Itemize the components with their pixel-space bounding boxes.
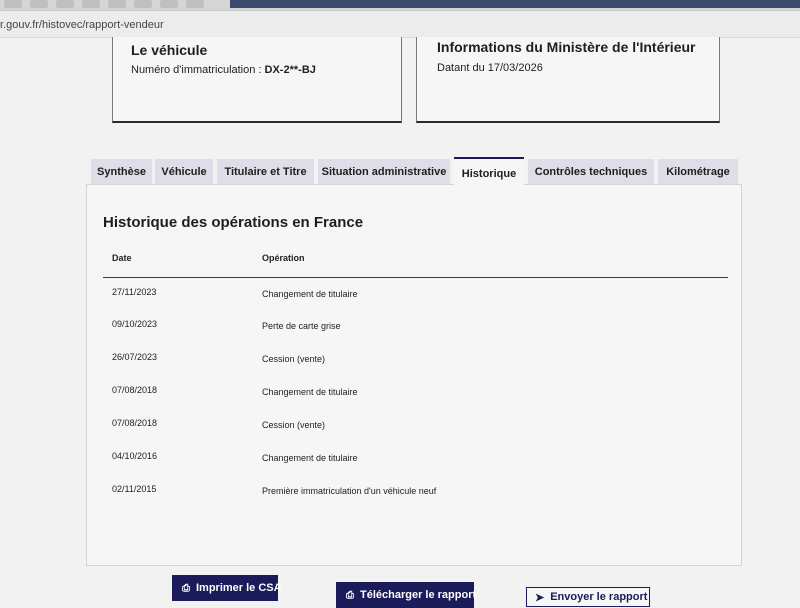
address-bar[interactable]: r.gouv.fr/histovec/rapport-vendeur	[0, 11, 800, 38]
printer-icon: ⎙	[182, 582, 190, 594]
print-button-label: Imprimer le CSA	[196, 582, 282, 594]
column-header-date: Date	[112, 253, 132, 263]
row-date: 04/10/2016	[112, 451, 158, 461]
row-date: 09/10/2023	[112, 319, 158, 329]
table-row: 07/08/2018 Changement de titulaire	[87, 385, 741, 405]
table-row: 09/10/2023 Perte de carte grise	[87, 319, 741, 339]
download-icon: ⎙	[346, 589, 354, 601]
row-operation: Perte de carte grise	[262, 321, 341, 331]
table-header-divider	[103, 277, 728, 278]
vehicle-card: Le véhicule Numéro d'immatriculation : D…	[112, 37, 402, 123]
tab-kilometrage[interactable]: Kilométrage	[658, 159, 738, 184]
print-csa-button[interactable]: ⎙ Imprimer le CSA	[172, 575, 282, 601]
browser-tab[interactable]	[186, 0, 204, 8]
browser-tab[interactable]	[30, 0, 48, 8]
vehicle-card-title: Le véhicule	[131, 42, 208, 58]
plate-label: Numéro d'immatriculation :	[131, 64, 265, 76]
table-row: 02/11/2015 Première immatriculation d'un…	[87, 484, 741, 504]
ministry-card-title: Informations du Ministère de l'Intérieur	[437, 39, 696, 55]
plate-value: DX-2**-BJ	[264, 64, 316, 76]
column-header-operation: Opération	[262, 253, 305, 263]
url-text: r.gouv.fr/histovec/rapport-vendeur	[0, 19, 164, 31]
tab-vehicule[interactable]: Véhicule	[155, 159, 213, 184]
row-operation: Cession (vente)	[262, 354, 326, 364]
tab-controles-techniques[interactable]: Contrôles techniques	[528, 159, 654, 184]
row-date: 07/08/2018	[112, 418, 158, 428]
row-operation: Changement de titulaire	[262, 289, 358, 299]
browser-tab[interactable]	[56, 0, 74, 8]
row-operation: Cession (vente)	[262, 420, 326, 430]
row-operation: Première immatriculation d'un véhicule n…	[262, 486, 437, 496]
row-operation: Changement de titulaire	[262, 387, 358, 397]
tab-historique[interactable]: Historique	[454, 157, 524, 188]
row-date: 07/08/2018	[112, 385, 158, 395]
browser-active-tab[interactable]	[230, 0, 800, 8]
download-report-button[interactable]: ⎙ Télécharger le rapport	[336, 582, 477, 608]
history-title: Historique des opérations en France	[103, 214, 364, 231]
browser-tab[interactable]	[4, 0, 22, 8]
table-row: 04/10/2016 Changement de titulaire	[87, 451, 741, 471]
browser-tab[interactable]	[160, 0, 178, 8]
tab-titulaire-et-titre[interactable]: Titulaire et Titre	[217, 159, 314, 184]
tab-synthese[interactable]: Synthèse	[91, 159, 152, 184]
send-icon: ➤	[535, 591, 545, 604]
history-panel: Historique des opérations en France Date…	[86, 184, 742, 566]
tab-situation-administrative[interactable]: Situation administrative	[318, 159, 450, 184]
send-button-label: Envoyer le rapport	[550, 591, 648, 603]
row-date: 26/07/2023	[112, 352, 158, 362]
download-button-label: Télécharger le rapport	[360, 589, 477, 601]
browser-tab[interactable]	[134, 0, 152, 8]
row-operation: Changement de titulaire	[262, 453, 358, 463]
table-row: 27/11/2023 Changement de titulaire	[87, 287, 741, 307]
browser-tab[interactable]	[108, 0, 126, 8]
plate-line: Numéro d'immatriculation : DX-2**-BJ	[131, 64, 316, 76]
row-date: 27/11/2023	[112, 287, 157, 297]
ministry-card: Informations du Ministère de l'Intérieur…	[416, 37, 720, 123]
browser-tab-strip	[0, 0, 800, 11]
send-report-button[interactable]: ➤ Envoyer le rapport	[526, 587, 650, 607]
row-date: 02/11/2015	[112, 484, 157, 494]
ministry-date: Datant du 17/03/2026	[437, 62, 543, 74]
browser-tab[interactable]	[82, 0, 100, 8]
table-row: 07/08/2018 Cession (vente)	[87, 418, 741, 438]
table-row: 26/07/2023 Cession (vente)	[87, 352, 741, 372]
